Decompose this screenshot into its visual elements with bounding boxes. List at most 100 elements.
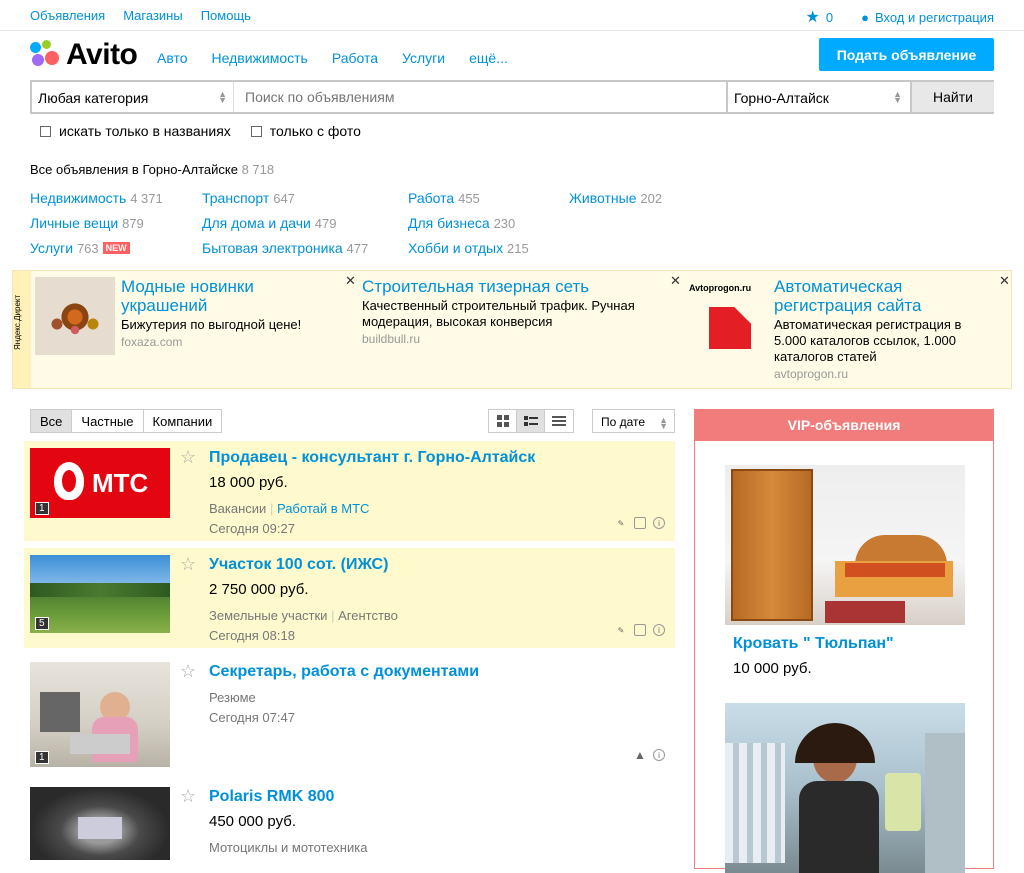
category-item[interactable]: Животные 202 — [569, 190, 662, 206]
category-item[interactable]: Хобби и отдых 215 — [408, 240, 529, 256]
favorites-count[interactable]: 0 — [826, 10, 833, 25]
item-photo[interactable] — [30, 787, 170, 860]
category-item[interactable]: Услуги 763 NEW — [30, 240, 130, 256]
photo-count-badge: 5 — [35, 617, 49, 630]
vip-item-title[interactable]: Кровать " Тюльпан" — [733, 635, 894, 653]
item-price: 2 750 000 руб. — [209, 581, 309, 598]
edit-icon[interactable]: ✎ — [615, 517, 627, 529]
search-button[interactable]: Найти — [910, 82, 994, 112]
nav-auto[interactable]: Авто — [157, 50, 188, 66]
phone-icon[interactable] — [634, 517, 646, 529]
info-icon[interactable]: i — [653, 749, 665, 761]
category-item[interactable]: Транспорт 647 — [202, 190, 295, 206]
ad-title[interactable]: Автоматическая регистрация сайта — [774, 277, 989, 315]
ad-url[interactable]: foxaza.com — [121, 335, 331, 349]
sort-select[interactable]: По дате ▲ ▼ — [592, 409, 675, 433]
tab-private[interactable]: Частные — [72, 410, 144, 432]
view-switcher — [488, 409, 574, 433]
category-item[interactable]: Бытовая электроника 477 — [202, 240, 368, 256]
category-item[interactable]: Работа 455 — [408, 190, 480, 206]
login-link[interactable]: Вход и регистрация — [875, 10, 994, 25]
list-view-icon[interactable] — [517, 410, 545, 432]
nav-services[interactable]: Услуги — [402, 50, 445, 66]
item-title[interactable]: Polaris RMK 800 — [209, 788, 334, 806]
checkbox-label: искать только в названиях — [59, 123, 231, 139]
summary-label: Все объявления в Горно-Алтайске — [30, 162, 238, 177]
item-title[interactable]: Продавец - консультант г. Горно-Алтайск — [209, 449, 535, 467]
top-bar: Объявления Магазины Помощь ★ 0 ● Вход и … — [0, 0, 1024, 31]
favorite-star-icon[interactable]: ☆ — [180, 447, 196, 468]
all-ads-summary: Все объявления в Горно-Алтайске 8 718 — [30, 162, 274, 177]
search-input[interactable] — [235, 82, 725, 112]
favorite-star-icon[interactable]: ☆ — [180, 554, 196, 575]
mts-logo-text: МТС — [92, 468, 149, 498]
select-arrows-icon: ▲ ▼ — [893, 89, 902, 105]
checkbox-icon — [250, 125, 262, 137]
favorite-star-icon[interactable]: ☆ — [180, 786, 196, 807]
list-item[interactable]: 1 ☆ Секретарь, работа с документами Резю… — [24, 655, 675, 775]
category-select[interactable]: Любая категория ▲ ▼ — [32, 82, 234, 112]
favorite-star-icon[interactable]: ☆ — [180, 661, 196, 682]
with-photo-checkbox[interactable]: только с фото — [250, 123, 361, 139]
item-price: 450 000 руб. — [209, 813, 296, 830]
photo-count-badge: 1 — [35, 502, 49, 515]
category-item[interactable]: Для дома и дачи 479 — [202, 215, 336, 231]
edit-icon[interactable]: ✎ — [615, 624, 627, 636]
compact-view-icon[interactable] — [545, 410, 573, 432]
list-item[interactable]: 5 ☆ Участок 100 сот. (ИЖС) 2 750 000 руб… — [24, 548, 675, 648]
category-item[interactable]: Для бизнеса 230 — [408, 215, 515, 231]
arrow-up-icon[interactable]: ▲ — [634, 748, 646, 762]
seller-link[interactable]: Работай в МТС — [277, 501, 369, 516]
vip-item-photo[interactable] — [725, 465, 965, 625]
close-icon[interactable]: ✕ — [345, 273, 356, 289]
close-icon[interactable]: ✕ — [670, 273, 681, 289]
item-title[interactable]: Секретарь, работа с документами — [209, 663, 479, 681]
tab-companies[interactable]: Компании — [144, 410, 222, 432]
yandex-direct-ads: Яндекс.Директ Модные новинки украшений Б… — [12, 270, 1012, 389]
post-ad-button[interactable]: Подать объявление — [819, 38, 994, 71]
list-item[interactable]: МТС 1 ☆ Продавец - консультант г. Горно-… — [24, 441, 675, 541]
item-photo[interactable]: МТС 1 — [30, 448, 170, 518]
checkbox-label: только с фото — [269, 123, 361, 139]
ad-title[interactable]: Строительная тизерная сеть — [362, 277, 662, 296]
nav-realty[interactable]: Недвижимость — [212, 50, 308, 66]
ad-url[interactable]: buildbull.ru — [362, 332, 662, 346]
info-icon[interactable]: i — [653, 624, 665, 636]
phone-icon[interactable] — [634, 624, 646, 636]
item-photo[interactable]: 5 — [30, 555, 170, 633]
vip-item-photo[interactable] — [725, 703, 965, 873]
search-bar: Любая категория ▲▼ Горно-Алтайск ▲▼ Найт… — [30, 80, 994, 114]
nav-jobs[interactable]: Работа — [332, 50, 378, 66]
ad-description: Бижутерия по выгодной цене! — [121, 317, 302, 332]
category-select-value: Любая категория — [38, 90, 149, 106]
vip-item-price: 10 000 руб. — [733, 660, 812, 677]
ad-description: Автоматическая регистрация в 5.000 катал… — [774, 317, 962, 364]
item-meta: Земельные участки | Агентство — [209, 608, 398, 623]
nav-link-help[interactable]: Помощь — [201, 8, 251, 23]
titles-only-checkbox[interactable]: искать только в названиях — [40, 123, 231, 139]
item-title[interactable]: Участок 100 сот. (ИЖС) — [209, 556, 388, 574]
checkbox-icon — [40, 125, 51, 137]
list-item[interactable]: ☆ Polaris RMK 800 450 000 руб. Мотоциклы… — [24, 780, 675, 860]
nav-more[interactable]: ещё... — [469, 50, 508, 66]
item-photo[interactable]: 1 — [30, 662, 170, 767]
item-date: Сегодня 09:27 — [209, 521, 295, 536]
category-item[interactable]: Личные вещи 879 — [30, 215, 144, 231]
close-icon[interactable]: ✕ — [999, 273, 1010, 289]
category-item[interactable]: Недвижимость 4 371 — [30, 190, 163, 206]
nav-link-shops[interactable]: Магазины — [123, 8, 183, 23]
item-price: 18 000 руб. — [209, 474, 288, 491]
info-icon[interactable]: i — [653, 517, 665, 529]
star-icon[interactable]: ★ — [806, 7, 820, 27]
ads-label: Яндекс.Директ — [13, 271, 31, 388]
nav-link-ads[interactable]: Объявления — [30, 8, 105, 23]
city-select[interactable]: Горно-Алтайск ▲ ▼ — [726, 82, 908, 112]
grid-view-icon[interactable] — [489, 410, 517, 432]
tab-all[interactable]: Все — [31, 410, 73, 432]
select-arrows-icon: ▲ ▼ — [218, 89, 227, 105]
avtoprogon-logo: Avtoprogon.ru — [689, 283, 752, 293]
avito-logo[interactable]: Avito — [30, 38, 138, 72]
search-filters: искать только в названиях только с фото — [40, 123, 361, 139]
ad-title[interactable]: Модные новинки украшений — [121, 277, 331, 315]
ad-url[interactable]: avtoprogon.ru — [774, 367, 989, 381]
